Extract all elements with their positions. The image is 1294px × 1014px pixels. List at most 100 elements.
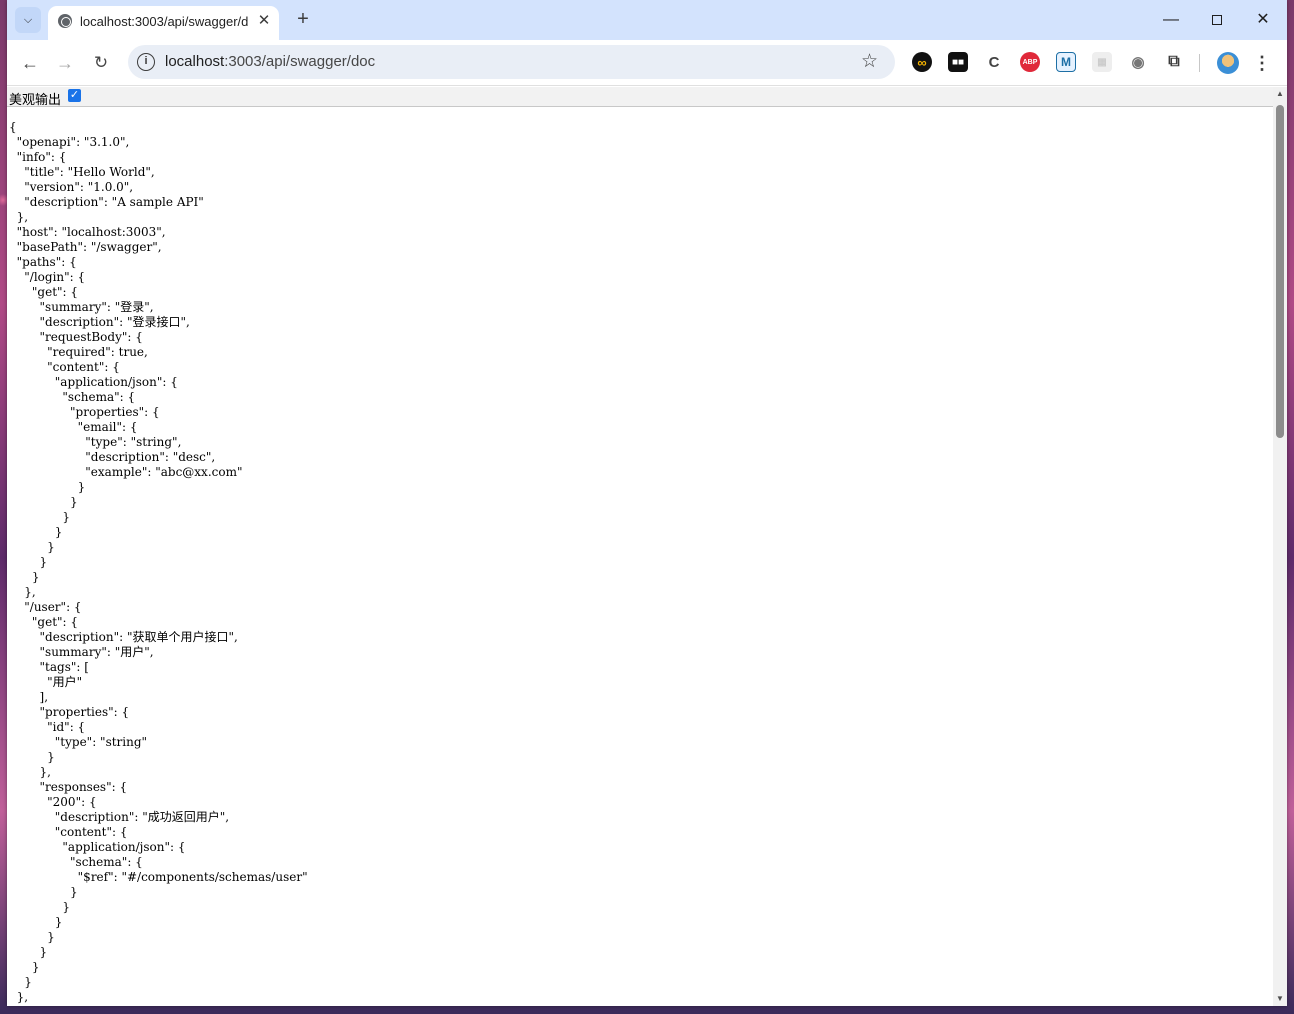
json-line: "summary": "登录", [9, 300, 154, 314]
scroll-thumb[interactable] [1276, 105, 1284, 438]
maximize-icon [1212, 14, 1222, 25]
json-line: "content": { [9, 360, 120, 374]
browser-toolbar: ← → ↻ i localhost:3003/api/swagger/doc ☆… [7, 40, 1287, 86]
json-line: } [9, 750, 55, 764]
json-line: "content": { [9, 825, 128, 839]
json-line: "$ref": "#/components/schemas/user" [9, 870, 308, 884]
infinity-extension-icon[interactable]: ∞ [912, 52, 932, 72]
pretty-print-checkbox[interactable]: ✓ [68, 89, 81, 102]
window-close-button[interactable]: ✕ [1240, 6, 1286, 34]
json-line: "tags": [ [9, 660, 89, 674]
pretty-print-bar: 美观输出 ✓ [7, 87, 1273, 108]
json-line: "description": "desc", [9, 450, 216, 464]
json-line: } [9, 975, 32, 989]
json-line: } [9, 915, 63, 929]
url-text[interactable]: localhost:3003/api/swagger/doc [165, 53, 375, 70]
minimize-button[interactable]: — [1148, 6, 1194, 34]
close-icon[interactable]: ✕ [255, 12, 273, 30]
json-line: }, [9, 585, 36, 599]
reload-button[interactable]: ↻ [86, 48, 116, 78]
json-line: "application/json": { [9, 840, 186, 854]
page-content: 美观输出 ✓ { "openapi": "3.1.0", "info": { "… [7, 87, 1287, 1006]
profile-avatar[interactable] [1217, 52, 1239, 74]
grid-extension-icon[interactable]: ▦ [1092, 52, 1112, 72]
vertical-scrollbar[interactable]: ▲ ▼ [1273, 87, 1287, 1006]
json-line: }, [9, 765, 51, 779]
tab-active[interactable]: localhost:3003/api/swagger/doc ✕ [48, 6, 279, 40]
pretty-print-label: 美观输出 [9, 93, 62, 108]
json-line: "openapi": "3.1.0", [9, 135, 130, 149]
json-line: } [9, 525, 63, 539]
json-line: "get": { [9, 615, 79, 629]
new-tab-button[interactable]: + [290, 7, 316, 33]
code-extension-icon[interactable]: C [984, 52, 1004, 72]
more-menu-icon[interactable]: ⋮ [1252, 49, 1272, 77]
json-line: "basePath": "/swagger", [9, 240, 162, 254]
json-line: "type": "string" [9, 735, 148, 749]
mask-extension-icon[interactable]: ■■ [948, 52, 968, 72]
json-line: } [9, 900, 71, 914]
json-line: "email": { [9, 420, 138, 434]
json-line: } [9, 480, 86, 494]
json-line: } [9, 540, 55, 554]
json-line: "host": "localhost:3003", [9, 225, 166, 239]
json-line: } [9, 495, 78, 509]
json-line: "type": "string", [9, 435, 182, 449]
json-line: ], [9, 690, 49, 704]
json-line: "/user": { [9, 600, 82, 614]
chevron-down-icon: ⌵ [23, 13, 33, 26]
forward-button[interactable]: → [50, 48, 80, 78]
m-extension-icon[interactable]: M [1056, 52, 1076, 72]
json-line: } [9, 885, 78, 899]
json-line: "description": "获取单个用户接口", [9, 630, 238, 644]
scroll-down-arrow-icon[interactable]: ▼ [1273, 992, 1287, 1006]
camera-extension-icon[interactable]: ◉ [1128, 52, 1148, 72]
json-line: } [9, 570, 40, 584]
url-path: :3003/api/swagger/doc [224, 53, 376, 70]
json-line: "schema": { [9, 855, 143, 869]
json-line: "/login": { [9, 270, 86, 284]
json-line: "application/json": { [9, 375, 178, 389]
json-output: { "openapi": "3.1.0", "info": { "title":… [9, 120, 1269, 1005]
json-line: "description": "登录接口", [9, 315, 190, 329]
json-line: } [9, 510, 71, 524]
site-info-icon[interactable]: i [137, 53, 155, 71]
adblock-extension-icon[interactable]: ABP [1020, 52, 1040, 72]
json-line: }, [9, 210, 29, 224]
json-line: } [9, 930, 55, 944]
toolbar-divider [1199, 54, 1200, 72]
json-line: "paths": { [9, 255, 77, 269]
address-bar[interactable]: i localhost:3003/api/swagger/doc ☆ [128, 45, 895, 79]
json-line: }, [9, 990, 29, 1004]
browser-window: ⌵ localhost:3003/api/swagger/doc ✕ + — ✕… [7, 0, 1287, 1006]
json-line: "version": "1.0.0", [9, 180, 134, 194]
tab-search-button[interactable]: ⌵ [15, 7, 41, 33]
json-line: "200": { [9, 795, 97, 809]
puzzle-extensions-icon[interactable]: ⧉ [1164, 52, 1184, 72]
json-line: "title": "Hello World", [9, 165, 155, 179]
tab-strip: ⌵ localhost:3003/api/swagger/doc ✕ + — ✕ [7, 0, 1287, 40]
tab-title: localhost:3003/api/swagger/doc [80, 14, 248, 29]
scroll-up-arrow-icon[interactable]: ▲ [1273, 87, 1287, 101]
json-line: "schema": { [9, 390, 136, 404]
url-host: localhost [165, 53, 225, 70]
json-line: "example": "abc@xx.com" [9, 465, 243, 479]
json-line: { [9, 120, 17, 134]
json-line: "description": "A sample API" [9, 195, 204, 209]
json-line: } [9, 960, 40, 974]
json-line: "properties": { [9, 405, 160, 419]
json-line: "required": true, [9, 345, 148, 359]
globe-icon [58, 14, 72, 28]
json-line: "requestBody": { [9, 330, 143, 344]
json-line: "responses": { [9, 780, 128, 794]
json-line: "info": { [9, 150, 67, 164]
json-line: } [9, 555, 48, 569]
json-line: "description": "成功返回用户", [9, 810, 230, 824]
bookmark-star-icon[interactable]: ☆ [861, 50, 878, 73]
json-line: "summary": "用户", [9, 645, 154, 659]
json-line: } [9, 945, 48, 959]
json-line: "properties": { [9, 705, 130, 719]
back-button[interactable]: ← [15, 48, 45, 78]
json-line: "get": { [9, 285, 79, 299]
maximize-button[interactable] [1194, 6, 1240, 34]
